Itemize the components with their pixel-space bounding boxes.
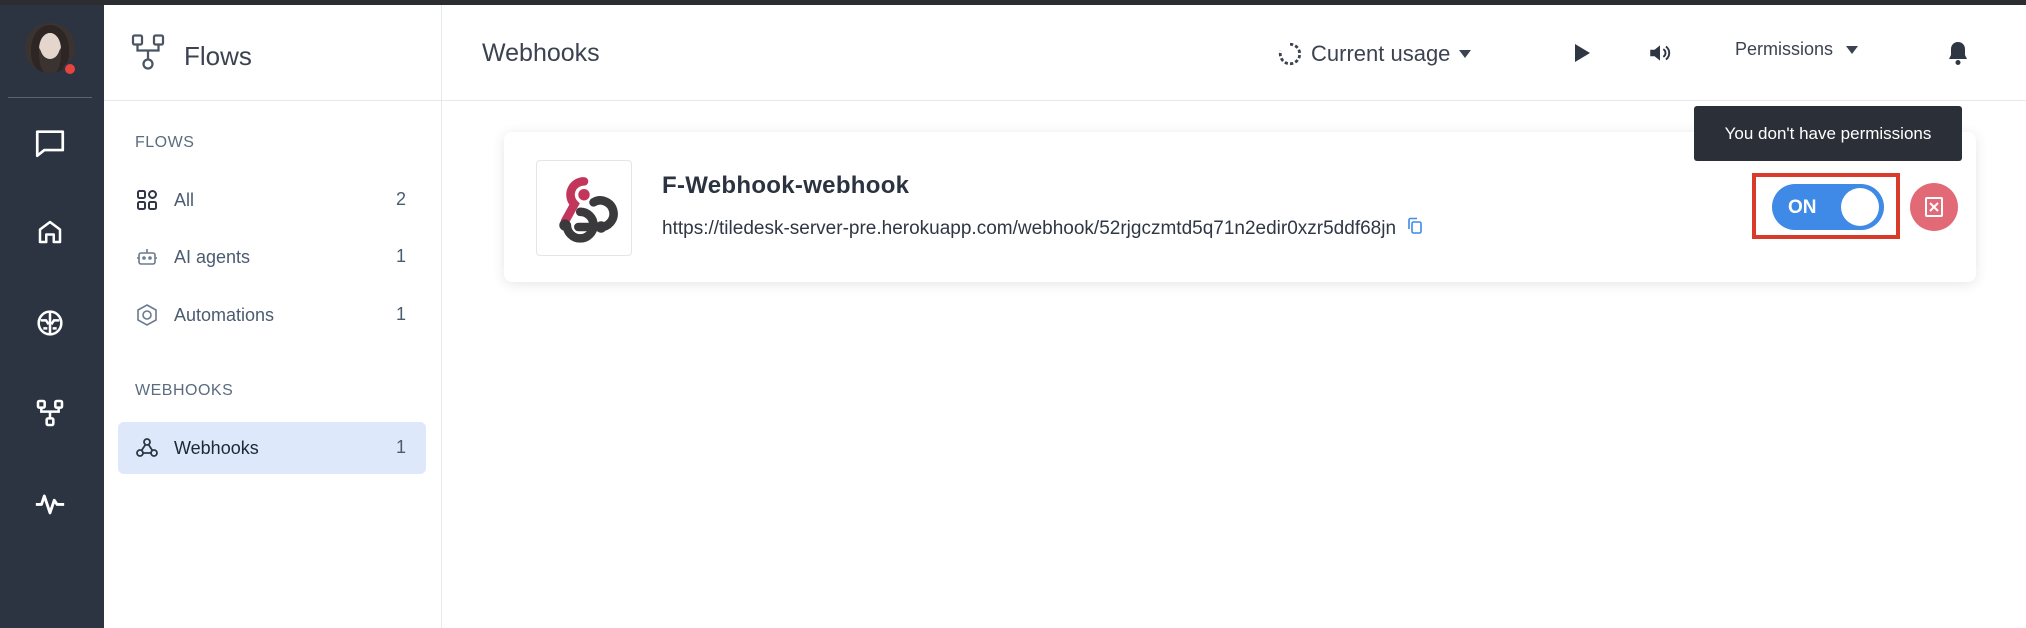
copy-icon[interactable] xyxy=(1406,216,1424,242)
rail-divider xyxy=(8,97,92,98)
activity-icon[interactable] xyxy=(30,483,70,523)
status-dot xyxy=(63,62,77,76)
hexagon-icon xyxy=(135,303,159,327)
webhook-logo-icon xyxy=(559,177,618,243)
current-usage-dropdown[interactable]: Current usage xyxy=(1277,39,1472,69)
group-label-flows: FLOWS xyxy=(135,134,195,151)
webhook-enable-toggle[interactable]: ON xyxy=(1772,184,1884,230)
bell-icon xyxy=(1949,42,1967,65)
home-icon[interactable] xyxy=(30,212,70,252)
grid-icon xyxy=(135,188,159,212)
sidebar-item-count: 1 xyxy=(395,437,406,457)
page-title: Webhooks xyxy=(482,39,600,67)
sidebar-item-label: Automations xyxy=(174,305,275,325)
flows-sidebar: Flows FLOWS All 2 AI agents 1 Automation… xyxy=(104,5,442,628)
flows-icon xyxy=(130,32,166,77)
sidebar-item-count: 1 xyxy=(395,304,406,324)
brain-icon[interactable] xyxy=(30,303,70,343)
volume-icon xyxy=(1650,45,1671,61)
sidebar-item-label: All xyxy=(174,190,195,210)
sidebar-item-count: 2 xyxy=(395,189,406,209)
sidebar-item-all[interactable]: All 2 xyxy=(118,174,426,226)
webhook-name: F-Webhook-webhook xyxy=(662,172,910,199)
current-usage-label: Current usage xyxy=(1311,41,1451,66)
sidebar-header: Flows xyxy=(104,5,442,101)
sidebar-item-ai-agents[interactable]: AI agents 1 xyxy=(118,231,426,283)
permissions-dropdown[interactable]: Permissions xyxy=(1735,39,1859,60)
top-header: Webhooks Current usage Permissions xyxy=(442,5,2026,101)
webhook-icon xyxy=(135,436,159,460)
chevron-down-icon xyxy=(1459,50,1472,58)
group-label-webhooks: WEBHOOKS xyxy=(135,382,234,399)
sidebar-item-count: 1 xyxy=(395,246,406,266)
delete-icon xyxy=(1925,197,1943,217)
chevron-down-icon xyxy=(1846,45,1859,54)
sidebar-item-label: Webhooks xyxy=(174,438,259,458)
app-frame: Flows FLOWS All 2 AI agents 1 Automation… xyxy=(0,0,2026,628)
sidebar-item-webhooks[interactable]: Webhooks 1 xyxy=(118,422,426,474)
robot-icon xyxy=(135,245,159,269)
webhook-url: https://tiledesk-server-pre.herokuapp.co… xyxy=(662,218,1397,239)
usage-ring-icon xyxy=(1278,42,1302,66)
chat-icon[interactable] xyxy=(30,123,70,163)
sidebar-item-automations[interactable]: Automations 1 xyxy=(118,289,426,341)
nav-rail xyxy=(0,5,104,628)
toggle-knob xyxy=(1841,188,1879,226)
webhook-logo xyxy=(536,160,632,256)
section-title: Flows xyxy=(184,41,252,71)
sidebar-item-label: AI agents xyxy=(174,247,251,267)
permissions-label: Permissions xyxy=(1735,39,1834,59)
notifications-button[interactable] xyxy=(1940,35,1976,71)
webhook-url-row: https://tiledesk-server-pre.herokuapp.co… xyxy=(662,216,1424,242)
flows-icon[interactable] xyxy=(30,393,70,433)
delete-webhook-button[interactable] xyxy=(1910,183,1958,231)
sound-button[interactable] xyxy=(1642,35,1678,71)
play-icon xyxy=(1575,44,1590,62)
permission-tooltip: You don't have permissions xyxy=(1694,106,1962,161)
play-button[interactable] xyxy=(1564,35,1600,71)
toggle-label: ON xyxy=(1788,197,1817,218)
